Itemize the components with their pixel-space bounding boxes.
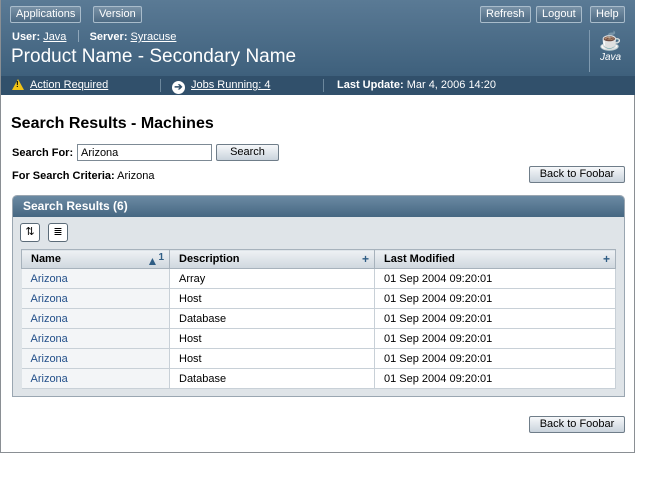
- column-header-name[interactable]: Name ▲1: [21, 249, 170, 269]
- masthead: Applications Version Refresh Logout Help…: [1, 0, 635, 76]
- header-row: Name ▲1 Description + Last Modified +: [21, 249, 616, 269]
- modified-cell: 01 Sep 2004 09:20:01: [374, 368, 616, 389]
- warning-icon: [12, 79, 24, 90]
- table-row: Arizona Database 01 Sep 2004 09:20:01: [21, 368, 616, 389]
- description-cell: Host: [169, 288, 375, 309]
- user-server-line: User: Java Server: Syracuse: [12, 30, 176, 43]
- server-link[interactable]: Syracuse: [131, 31, 177, 43]
- name-cell: Arizona: [21, 268, 170, 289]
- description-cell: Host: [169, 348, 375, 369]
- machine-link[interactable]: Arizona: [31, 353, 68, 365]
- action-required-item: Action Required: [12, 76, 108, 95]
- user-divider: [77, 30, 79, 42]
- version-button[interactable]: Version: [93, 6, 142, 23]
- modified-cell: 01 Sep 2004 09:20:01: [374, 308, 616, 329]
- table-row: Arizona Database 01 Sep 2004 09:20:01: [21, 308, 616, 329]
- description-cell: Database: [169, 308, 375, 329]
- table-row: Arizona Host 01 Sep 2004 09:20:01: [21, 328, 616, 349]
- search-input[interactable]: [77, 144, 212, 161]
- column-header-last-modified-label: Last Modified: [384, 253, 455, 265]
- search-label: Search For:: [12, 147, 74, 159]
- applications-button[interactable]: Applications: [10, 6, 82, 23]
- last-update-value: Mar 4, 2006 14:20: [406, 79, 496, 91]
- name-cell: Arizona: [21, 368, 170, 389]
- criteria-label: For Search Criteria:: [12, 170, 115, 182]
- jobs-running-link[interactable]: Jobs Running: 4: [191, 79, 271, 91]
- search-criteria: For Search Criteria: Arizona: [12, 170, 154, 182]
- java-logo: ☕ Java: [589, 30, 627, 72]
- sort-ascending-icon[interactable]: ▲1: [147, 252, 164, 268]
- machine-link[interactable]: Arizona: [31, 333, 68, 345]
- server-label: Server:: [89, 31, 128, 43]
- name-cell: Arizona: [21, 288, 170, 309]
- column-header-name-label: Name: [31, 253, 61, 265]
- refresh-button[interactable]: Refresh: [480, 6, 531, 23]
- last-update-label: Last Update:: [337, 79, 404, 91]
- java-logo-text: Java: [599, 52, 622, 63]
- plus-icon[interactable]: +: [362, 252, 369, 266]
- last-update: Last Update: Mar 4, 2006 14:20: [337, 76, 496, 95]
- modified-cell: 01 Sep 2004 09:20:01: [374, 288, 616, 309]
- page-title: Search Results - Machines: [11, 115, 214, 132]
- results-grid: Name ▲1 Description + Last Modified + Ar…: [21, 249, 616, 389]
- modified-cell: 01 Sep 2004 09:20:01: [374, 328, 616, 349]
- description-cell: Database: [169, 368, 375, 389]
- name-cell: Arizona: [21, 348, 170, 369]
- status-divider: [323, 79, 324, 92]
- machine-link[interactable]: Arizona: [31, 273, 68, 285]
- column-header-last-modified[interactable]: Last Modified +: [374, 249, 616, 269]
- product-name: Product Name - Secondary Name: [11, 46, 297, 67]
- description-cell: Host: [169, 328, 375, 349]
- user-label: User:: [12, 31, 41, 43]
- status-bar: Action Required ➔ Jobs Running: 4 Last Up…: [1, 76, 635, 95]
- plus-icon[interactable]: +: [603, 252, 610, 266]
- status-divider: [160, 79, 161, 92]
- table-title: Search Results (6): [13, 196, 624, 217]
- back-to-foobar-bottom-button[interactable]: Back to Foobar: [529, 416, 625, 433]
- page-frame: Applications Version Refresh Logout Help…: [0, 0, 635, 453]
- modified-cell: 01 Sep 2004 09:20:01: [374, 348, 616, 369]
- logout-button[interactable]: Logout: [536, 6, 582, 23]
- table-row: Arizona Host 01 Sep 2004 09:20:01: [21, 348, 616, 369]
- jobs-running-item: ➔ Jobs Running: 4: [172, 76, 271, 95]
- sort-order: 1: [158, 252, 164, 263]
- name-cell: Arizona: [21, 308, 170, 329]
- details-icon[interactable]: ≣: [48, 223, 68, 242]
- criteria-value: Arizona: [117, 170, 155, 182]
- modified-cell: 01 Sep 2004 09:20:01: [374, 268, 616, 289]
- search-results-table: Search Results (6) ⇅ ≣ Name ▲1 Descripti…: [12, 195, 625, 397]
- search-button[interactable]: Search: [216, 144, 279, 161]
- machine-link[interactable]: Arizona: [31, 373, 68, 385]
- machine-link[interactable]: Arizona: [31, 313, 68, 325]
- column-header-description-label: Description: [179, 253, 240, 265]
- java-cup-icon: ☕: [599, 31, 622, 51]
- user-link[interactable]: Java: [43, 31, 66, 43]
- back-to-foobar-button[interactable]: Back to Foobar: [529, 166, 625, 183]
- arrow-right-icon: ➔: [172, 81, 185, 94]
- sort-icon[interactable]: ⇅: [20, 223, 40, 242]
- table-row: Arizona Array 01 Sep 2004 09:20:01: [21, 268, 616, 289]
- action-required-link[interactable]: Action Required: [30, 79, 108, 91]
- table-row: Arizona Host 01 Sep 2004 09:20:01: [21, 288, 616, 309]
- machine-link[interactable]: Arizona: [31, 293, 68, 305]
- description-cell: Array: [169, 268, 375, 289]
- help-button[interactable]: Help: [590, 6, 625, 23]
- column-header-description[interactable]: Description +: [169, 249, 375, 269]
- name-cell: Arizona: [21, 328, 170, 349]
